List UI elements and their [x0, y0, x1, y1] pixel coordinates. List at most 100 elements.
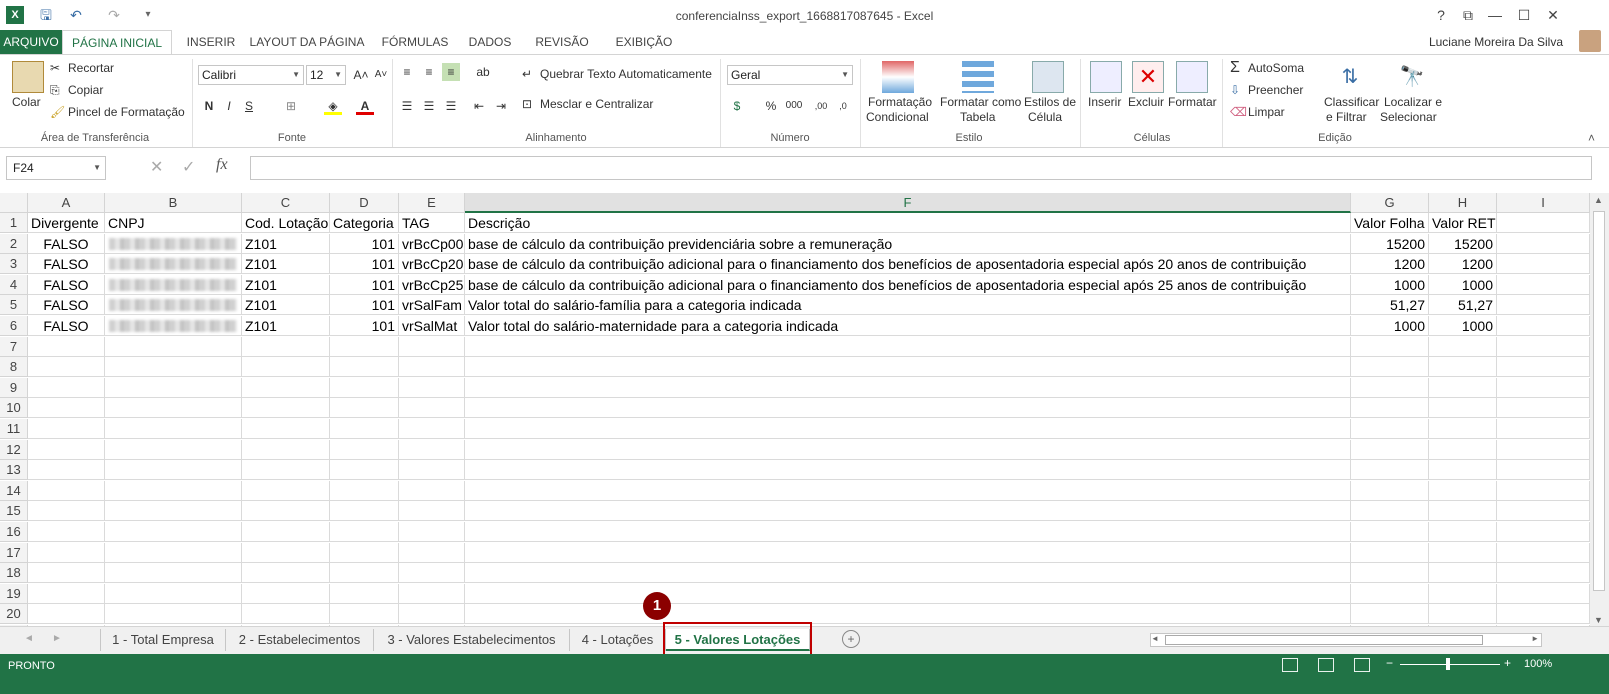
table-cell[interactable]: base de cálculo da contribuição previden…: [465, 233, 1351, 254]
enter-formula-icon[interactable]: ✓: [182, 157, 195, 177]
empty-cell[interactable]: [330, 604, 399, 625]
bold-button[interactable]: N: [200, 97, 218, 115]
empty-cell[interactable]: [242, 563, 330, 584]
shrink-font-button[interactable]: A˅: [372, 66, 390, 84]
row-header[interactable]: 1: [0, 213, 28, 233]
table-cell[interactable]: Z101: [242, 316, 330, 336]
empty-cell[interactable]: [105, 336, 242, 357]
tab-view[interactable]: EXIBIÇÃO: [604, 30, 684, 54]
conditional-formatting-button[interactable]: Formatação: [868, 95, 932, 109]
minimize-button[interactable]: —: [1482, 4, 1508, 26]
align-center-icon[interactable]: ☰: [420, 97, 438, 115]
row-header[interactable]: 5: [0, 295, 28, 316]
empty-cell[interactable]: [242, 398, 330, 419]
paste-icon[interactable]: [12, 61, 44, 93]
column-header-d[interactable]: D: [330, 193, 399, 213]
header-cell[interactable]: Cod. Lotação: [242, 213, 330, 233]
empty-cell[interactable]: [465, 501, 1351, 522]
empty-cell[interactable]: [465, 377, 1351, 398]
zoom-slider[interactable]: [1400, 664, 1500, 665]
increase-decimal-icon[interactable]: ,00: [812, 97, 830, 115]
empty-cell[interactable]: [1497, 460, 1590, 481]
fill-color-icon[interactable]: ◈: [324, 97, 342, 115]
empty-cell[interactable]: [1351, 460, 1429, 481]
empty-cell[interactable]: [1497, 357, 1590, 378]
empty-cell[interactable]: [105, 583, 242, 604]
percent-button[interactable]: %: [762, 97, 780, 115]
column-header-h[interactable]: H: [1429, 193, 1497, 213]
empty-cell[interactable]: [28, 604, 105, 625]
font-color-icon[interactable]: A: [356, 97, 374, 115]
empty-cell[interactable]: [465, 604, 1351, 625]
empty-cell[interactable]: [465, 583, 1351, 604]
empty-cell[interactable]: [330, 583, 399, 604]
table-cell[interactable]: vrBcCp00: [399, 233, 465, 254]
borders-icon[interactable]: ⊞: [282, 97, 300, 115]
table-cell[interactable]: 101: [330, 295, 399, 316]
zoom-slider-thumb[interactable]: [1446, 658, 1450, 670]
tab-insert[interactable]: INSERIR: [176, 30, 246, 54]
sheet-tab-4[interactable]: 4 - Lotações: [570, 629, 666, 651]
empty-cell[interactable]: [105, 563, 242, 584]
format-cells-icon[interactable]: [1176, 61, 1208, 93]
delete-cells-icon[interactable]: ✕: [1132, 61, 1164, 93]
empty-cell[interactable]: [399, 419, 465, 439]
empty-cell[interactable]: [1351, 419, 1429, 439]
header-cell[interactable]: Descrição: [465, 213, 1351, 233]
merge-center-button[interactable]: Mesclar e Centralizar: [540, 97, 653, 111]
empty-cell[interactable]: [465, 563, 1351, 584]
empty-cell[interactable]: [28, 357, 105, 378]
table-cell[interactable]: Valor total do salário-família para a ca…: [465, 295, 1351, 316]
column-header-e[interactable]: E: [399, 193, 465, 213]
empty-cell[interactable]: [105, 501, 242, 522]
empty-cell[interactable]: [1351, 336, 1429, 357]
page-layout-view-icon[interactable]: [1318, 658, 1334, 672]
table-cell[interactable]: 101: [330, 233, 399, 254]
empty-cell[interactable]: [242, 522, 330, 542]
empty-cell[interactable]: [105, 419, 242, 439]
empty-cell[interactable]: [28, 480, 105, 501]
underline-button[interactable]: S: [240, 97, 258, 115]
empty-cell[interactable]: [465, 357, 1351, 378]
empty-cell[interactable]: [242, 480, 330, 501]
cnpj-cell-redacted[interactable]: [105, 316, 242, 336]
empty-cell[interactable]: [1497, 604, 1590, 625]
empty-cell[interactable]: [1429, 377, 1497, 398]
empty-cell[interactable]: [330, 501, 399, 522]
scroll-up-icon[interactable]: ▲: [1594, 195, 1603, 205]
empty-cell[interactable]: [1497, 213, 1590, 233]
row-header[interactable]: 13: [0, 460, 28, 481]
table-cell[interactable]: base de cálculo da contribuição adiciona…: [465, 254, 1351, 275]
increase-indent-icon[interactable]: ⇥: [492, 97, 510, 115]
table-cell[interactable]: 1000: [1429, 274, 1497, 295]
table-cell[interactable]: FALSO: [28, 254, 105, 275]
find-select-label2[interactable]: Selecionar: [1380, 110, 1437, 124]
find-select-button[interactable]: Localizar e: [1384, 95, 1442, 109]
row-header[interactable]: 18: [0, 563, 28, 584]
wrap-text-icon[interactable]: ↵: [522, 67, 532, 81]
tab-formulas[interactable]: FÓRMULAS: [374, 30, 456, 54]
empty-cell[interactable]: [465, 439, 1351, 460]
empty-cell[interactable]: [1351, 377, 1429, 398]
empty-cell[interactable]: [1351, 501, 1429, 522]
format-painter-button[interactable]: Pincel de Formatação: [68, 105, 185, 119]
sheet-tab-1[interactable]: 1 - Total Empresa: [100, 629, 226, 651]
tab-page-layout[interactable]: LAYOUT DA PÁGINA: [248, 30, 366, 54]
tab-home[interactable]: PÁGINA INICIAL: [62, 30, 172, 55]
empty-cell[interactable]: [465, 419, 1351, 439]
align-left-icon[interactable]: ☰: [398, 97, 416, 115]
empty-cell[interactable]: [242, 357, 330, 378]
conditional-formatting-label2[interactable]: Condicional: [866, 110, 929, 124]
cell-styles-button[interactable]: Estilos de: [1024, 95, 1076, 109]
row-header[interactable]: 17: [0, 542, 28, 563]
autosum-button[interactable]: AutoSoma: [1248, 61, 1304, 75]
header-cell[interactable]: Categoria: [330, 213, 399, 233]
sheet-tab-2[interactable]: 2 - Estabelecimentos: [226, 629, 374, 651]
sheet-tab-3[interactable]: 3 - Valores Estabelecimentos: [374, 629, 570, 651]
empty-cell[interactable]: [399, 336, 465, 357]
table-cell[interactable]: FALSO: [28, 316, 105, 336]
empty-cell[interactable]: [1351, 583, 1429, 604]
empty-cell[interactable]: [1497, 398, 1590, 419]
format-painter-icon[interactable]: 🖌: [50, 105, 65, 119]
empty-cell[interactable]: [1497, 563, 1590, 584]
